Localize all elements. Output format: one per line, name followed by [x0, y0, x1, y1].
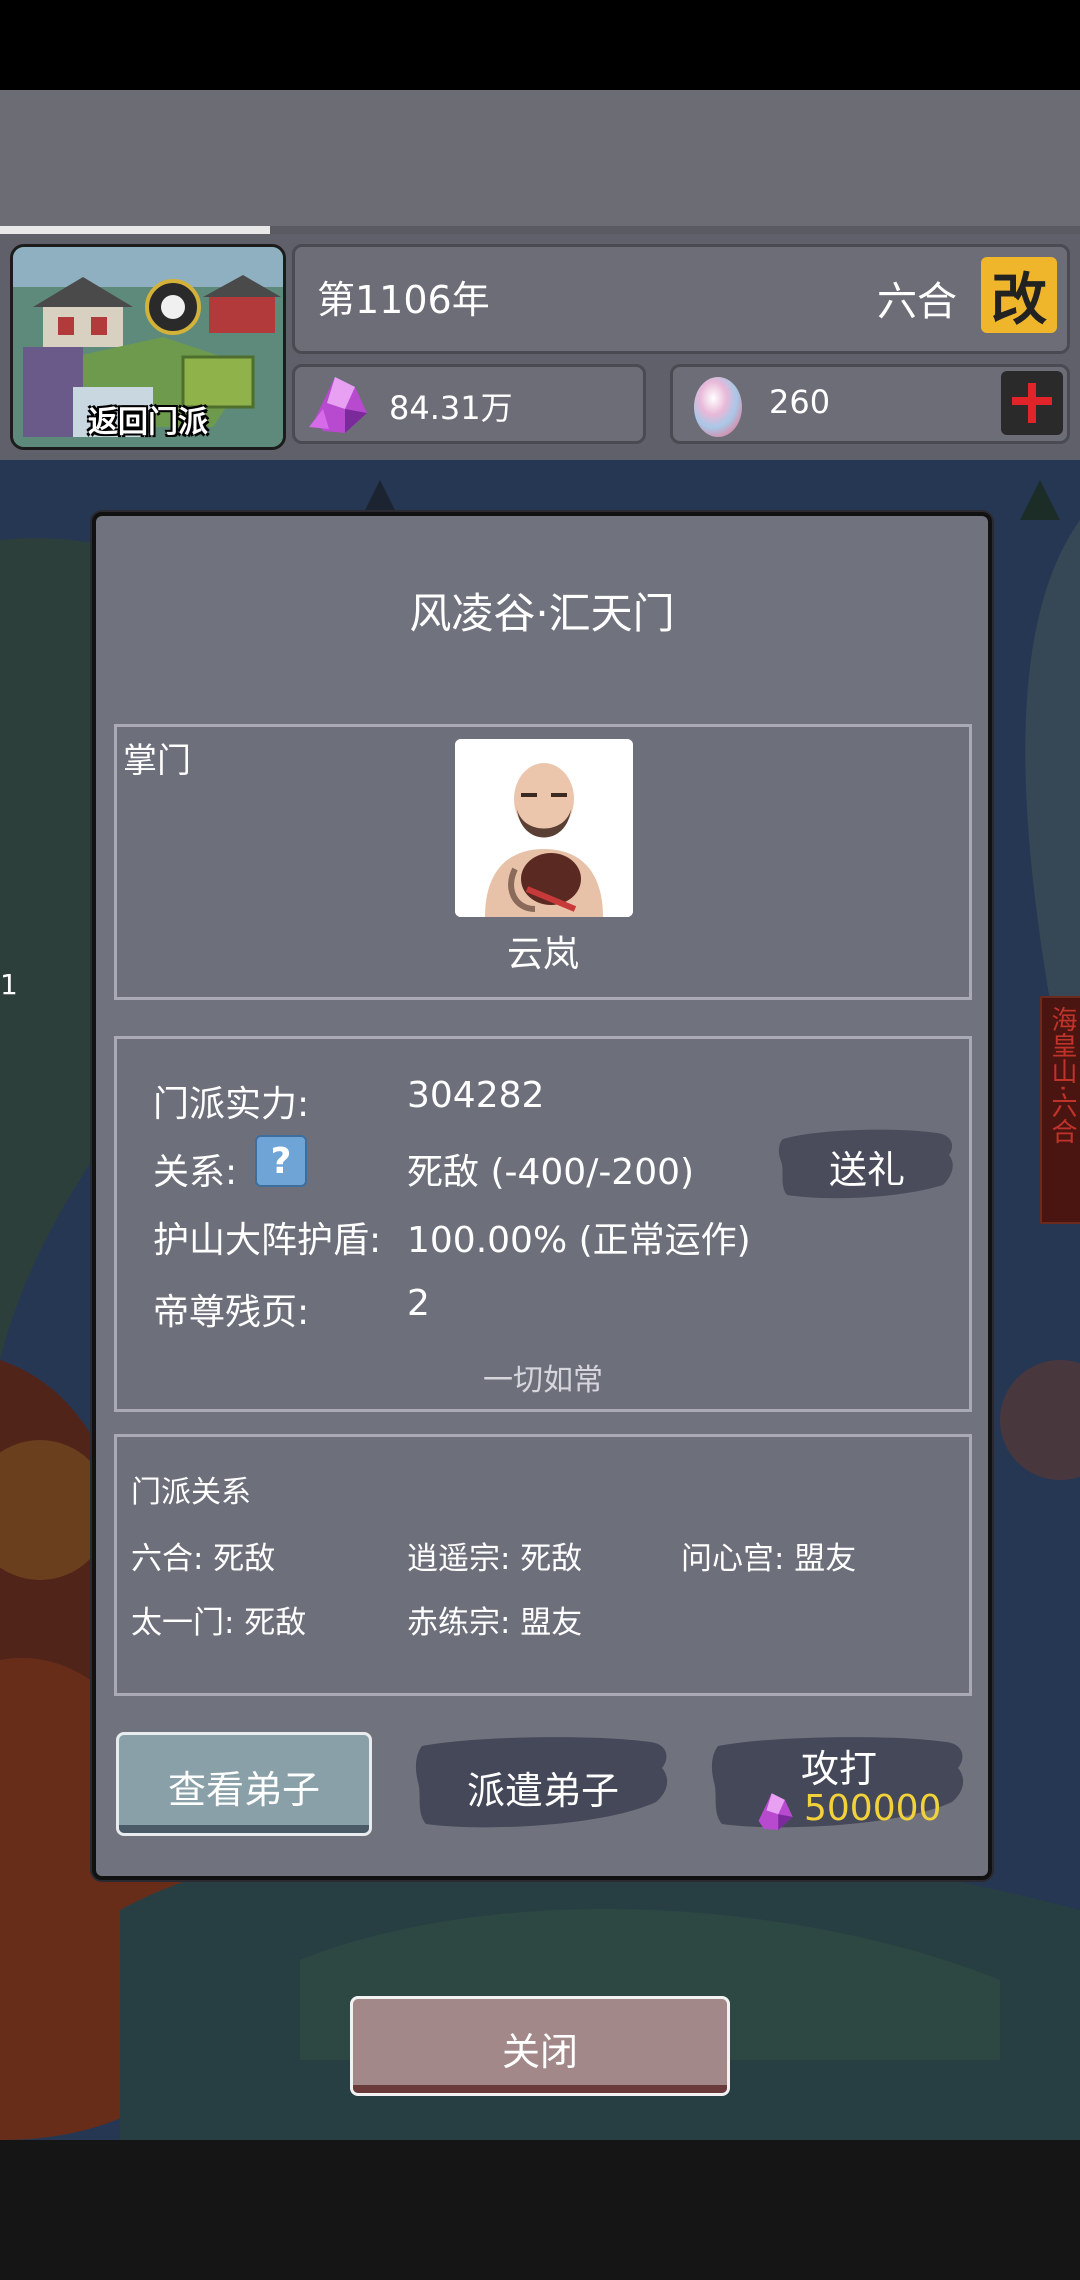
gift-label: 送礼	[828, 1148, 905, 1192]
pages-label: 帝尊残页:	[153, 1292, 310, 1333]
year-panel: 第1106年 六合 改	[292, 244, 1070, 354]
power-value: 304282	[407, 1075, 545, 1116]
relation-label: 关系:	[153, 1152, 238, 1193]
status-bar	[0, 0, 1080, 90]
relation-item: 六合: 死敌	[131, 1541, 276, 1577]
button-shade	[119, 1825, 369, 1833]
relation-item: 太一门: 死敌	[131, 1605, 307, 1641]
button-shade	[353, 2085, 727, 2093]
view-disciples-label: 查看弟子	[167, 1768, 320, 1812]
spirit-stone-value: 84.31万	[389, 389, 513, 427]
year-text: 第1106年	[317, 278, 490, 322]
attack-button[interactable]: 攻打 500000	[710, 1732, 968, 1836]
help-icon[interactable]: ?	[255, 1135, 307, 1187]
attack-cost-value: 500000	[804, 1788, 942, 1829]
leader-portrait[interactable]	[455, 739, 633, 917]
pill-egg-icon	[694, 377, 742, 437]
close-button[interactable]: 关闭	[350, 1996, 730, 2096]
send-disciples-label: 派遣弟子	[466, 1769, 619, 1813]
crystal-cost-icon	[758, 1793, 793, 1831]
plus-icon	[1012, 383, 1052, 423]
relation-item: 赤练宗: 盟友	[407, 1605, 583, 1641]
shield-label: 护山大阵护盾:	[153, 1220, 382, 1261]
sect-info-panel: 门派实力: 304282 关系: ? 死敌 (-400/-200) 护山大阵护盾…	[114, 1036, 972, 1412]
pill-counter: 260	[670, 364, 1070, 444]
status-note: 一切如常	[483, 1363, 603, 1398]
side-banner-text: 海皇山·六合	[1047, 1006, 1077, 1145]
view-disciples-button[interactable]: 查看弟子	[116, 1732, 372, 1836]
pages-value: 2	[407, 1283, 430, 1324]
map-marker-text: 1	[0, 968, 18, 1001]
relations-panel: 门派关系 六合: 死敌 逍遥宗: 死敌 问心宫: 盟友 太一门: 死敌 赤练宗:…	[114, 1434, 972, 1696]
spirit-crystal-icon	[309, 377, 367, 433]
power-label: 门派实力:	[153, 1084, 310, 1125]
side-sect-banner[interactable]: 海皇山·六合	[1040, 996, 1080, 1224]
sect-info-dialog: 风凌谷·汇天门 掌门 云岚 门派实力: 304282 关系: ? 死敌 (-40…	[92, 512, 992, 1880]
relation-value: 死敌 (-400/-200)	[407, 1152, 695, 1193]
send-disciples-button[interactable]: 派遣弟子	[414, 1732, 672, 1836]
close-label: 关闭	[501, 2030, 578, 2074]
player-sect-name: 六合	[877, 279, 957, 325]
shield-value: 100.00% (正常运作)	[407, 1220, 751, 1261]
leader-panel: 掌门 云岚	[114, 724, 972, 1000]
relations-title: 门派关系	[131, 1475, 251, 1510]
leader-name: 云岚	[506, 934, 579, 975]
relation-item: 逍遥宗: 死敌	[407, 1541, 583, 1577]
leader-avatar-image	[455, 739, 633, 917]
loading-progress-bar	[0, 226, 270, 234]
bottom-bar	[0, 2140, 1080, 2280]
top-strip	[0, 90, 1080, 230]
attack-label: 攻打	[800, 1747, 877, 1791]
add-pills-button[interactable]	[1001, 371, 1063, 435]
spirit-stone-counter: 84.31万	[292, 364, 646, 444]
gift-button[interactable]: 送礼	[777, 1125, 957, 1205]
leader-label: 掌门	[123, 741, 191, 781]
return-to-sect-button[interactable]: 返回门派	[10, 244, 286, 450]
rename-button[interactable]: 改	[981, 257, 1057, 333]
dialog-title: 风凌谷·汇天门	[409, 589, 675, 638]
pill-value: 260	[769, 383, 831, 421]
return-to-sect-label: 返回门派	[88, 405, 208, 440]
relation-item: 问心宫: 盟友	[681, 1541, 857, 1577]
